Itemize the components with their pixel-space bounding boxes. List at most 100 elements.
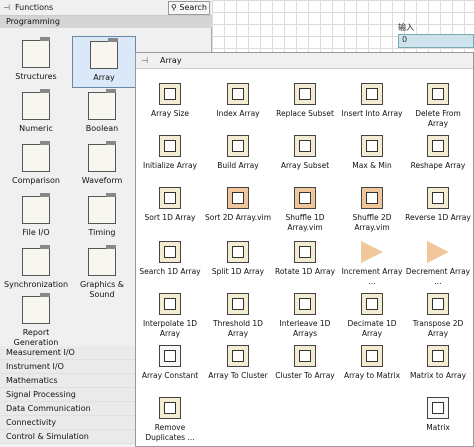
palette-item-label: Report Generation (13, 328, 59, 347)
interleave-1d-arrays-icon (294, 293, 316, 315)
fn-label: Transpose 2D Array (412, 319, 464, 338)
fn-array-constant[interactable]: Array Constant (136, 345, 204, 381)
threshold-1d-array-icon (227, 293, 249, 315)
fn-rotate-1d-array[interactable]: Rotate 1D Array (271, 241, 339, 277)
array-icon (90, 38, 118, 69)
input-control[interactable]: 0 (398, 34, 474, 48)
array-to-matrix-icon (361, 345, 383, 367)
fn-decrement-array[interactable]: Decrement Array ... (404, 241, 472, 286)
palette-item-comparison[interactable]: Comparison (4, 141, 68, 186)
fn-label: Build Array (217, 161, 259, 170)
palette-item-label: Numeric (19, 124, 53, 133)
search-icon: ⚲ (171, 3, 177, 12)
category-programming[interactable]: Programming (0, 16, 212, 28)
palette-item-label: Boolean (85, 124, 119, 133)
subcategory-connectivity[interactable]: Connectivity (0, 416, 135, 430)
subcategory-signal-processing[interactable]: Signal Processing (0, 388, 135, 402)
fn-sort-2d-array[interactable]: Sort 2D Array.vim (204, 187, 272, 223)
search-button[interactable]: ⚲ Search (168, 1, 210, 15)
fn-delete-from-array[interactable]: Delete From Array (404, 83, 472, 128)
fn-insert-into-array[interactable]: Insert Into Array (338, 83, 406, 119)
fn-increment-array[interactable]: Increment Array ... (338, 241, 406, 286)
fn-label: Matrix to Array (409, 371, 467, 380)
fn-matrix[interactable]: Matrix (404, 397, 472, 433)
fn-label: Decrement Array ... (405, 267, 471, 286)
fn-label: Array Constant (141, 371, 199, 380)
fn-sort-1d-array[interactable]: Sort 1D Array (136, 187, 204, 223)
fn-array-to-matrix[interactable]: Array to Matrix (338, 345, 406, 381)
palette-item-waveform[interactable]: Waveform (70, 141, 134, 186)
report-icon (22, 293, 50, 324)
fn-label: Shuffle 1D Array.vim (285, 213, 325, 232)
replace-subset-icon (294, 83, 316, 105)
palette-item-numeric[interactable]: Numeric (4, 89, 68, 134)
subcategory-mathematics[interactable]: Mathematics (0, 374, 135, 388)
reverse-1d-array-icon (427, 187, 449, 209)
palette-item-label: Waveform (81, 176, 123, 185)
fn-threshold-1d-array[interactable]: Threshold 1D Array (204, 293, 272, 338)
palette-item-graphics-sound[interactable]: Graphics & Sound (70, 245, 134, 300)
fn-label: Sort 1D Array (144, 213, 196, 222)
stopwatch-icon (88, 193, 116, 224)
subcategory-data-communication[interactable]: Data Communication (0, 402, 135, 416)
fn-build-array[interactable]: Build Array (204, 135, 272, 171)
fn-transpose-2d-array[interactable]: Transpose 2D Array (404, 293, 472, 338)
palette-item-structures[interactable]: Structures (4, 37, 68, 82)
fn-remove-duplicates[interactable]: Remove Duplicates ... (136, 397, 204, 442)
palette-item-boolean[interactable]: Boolean (70, 89, 134, 134)
fn-array-to-cluster[interactable]: Array To Cluster (204, 345, 272, 381)
fn-initialize-array[interactable]: Initialize Array (136, 135, 204, 171)
subcategory-control-simulation[interactable]: Control & Simulation (0, 430, 135, 444)
fn-label: Decimate 1D Array (347, 319, 397, 338)
block-diagram-grid (212, 0, 474, 60)
subcategory-measurement-io[interactable]: Measurement I/O (0, 346, 135, 360)
subcategory-list: Measurement I/O Instrument I/O Mathemati… (0, 346, 135, 444)
fn-label: Rotate 1D Array (274, 267, 336, 276)
palette-item-timing[interactable]: Timing (70, 193, 134, 238)
fn-reshape-array[interactable]: Reshape Array (404, 135, 472, 171)
fn-search-1d-array[interactable]: Search 1D Array (136, 241, 204, 277)
palette-item-file-io[interactable]: File I/O (4, 193, 68, 238)
palette-item-array[interactable]: Array (72, 36, 136, 88)
fn-label: Array Size (151, 109, 189, 118)
fn-label: Delete From Array (415, 109, 461, 128)
pin-icon[interactable]: ⊣ (3, 3, 13, 13)
build-array-icon (227, 135, 249, 157)
fn-interpolate-1d-array[interactable]: Interpolate 1D Array (136, 293, 204, 338)
fn-cluster-to-array[interactable]: Cluster To Array (271, 345, 339, 381)
fn-label: Replace Subset (276, 109, 334, 118)
array-subpalette-header: ⊣ Array (136, 53, 473, 69)
palette-item-label: File I/O (22, 228, 50, 237)
fn-label: Cluster To Array (275, 371, 335, 380)
fn-split-1d-array[interactable]: Split 1D Array (204, 241, 272, 277)
fn-shuffle-2d-array[interactable]: Shuffle 2D Array.vim (338, 187, 406, 232)
fn-decimate-1d-array[interactable]: Decimate 1D Array (338, 293, 406, 338)
fn-array-size[interactable]: Array Size (136, 83, 204, 119)
sort-2d-array-icon (227, 187, 249, 209)
rotate-1d-array-icon (294, 241, 316, 263)
waveform-icon (88, 141, 116, 172)
fn-shuffle-1d-array[interactable]: Shuffle 1D Array.vim (271, 187, 339, 232)
array-subpalette: ⊣ Array Array Size Index Array Replace S… (135, 52, 474, 447)
fn-array-subset[interactable]: Array Subset (271, 135, 339, 171)
fn-interleave-1d-arrays[interactable]: Interleave 1D Arrays (271, 293, 339, 338)
fn-label: Interleave 1D Arrays (279, 319, 331, 338)
split-1d-array-icon (227, 241, 249, 263)
fn-label: Insert Into Array (341, 109, 403, 118)
remove-duplicates-icon (159, 397, 181, 419)
palette-item-report-generation[interactable]: Report Generation (4, 293, 68, 348)
fn-label: Search 1D Array (139, 267, 201, 276)
fn-replace-subset[interactable]: Replace Subset (271, 83, 339, 119)
fn-matrix-to-array[interactable]: Matrix to Array (404, 345, 472, 381)
subcategory-instrument-io[interactable]: Instrument I/O (0, 360, 135, 374)
palette-item-synchronization[interactable]: Synchronization (4, 245, 69, 290)
fn-label: Matrix (426, 423, 450, 432)
fn-index-array[interactable]: Index Array (204, 83, 272, 119)
pin-icon[interactable]: ⊣ (141, 56, 148, 65)
palette-item-label: Structures (15, 72, 57, 81)
fn-reverse-1d-array[interactable]: Reverse 1D Array (404, 187, 472, 223)
fn-label: Split 1D Array (211, 267, 265, 276)
fn-max-min[interactable]: Max & Min (338, 135, 406, 171)
initialize-array-icon (159, 135, 181, 157)
palette-item-label: Synchronization (4, 280, 69, 289)
